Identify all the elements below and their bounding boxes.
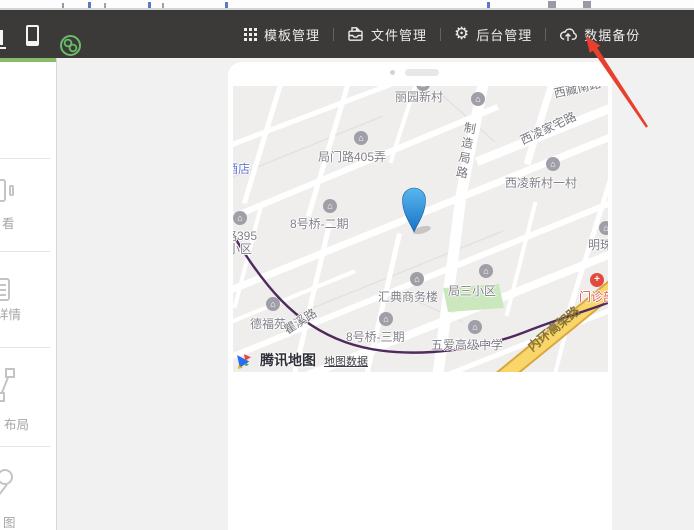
nav-label: 后台管理 [476,25,532,44]
map-pin-icon [0,469,13,485]
sidebar: 看 详情 布局 图 [0,58,57,530]
grid-icon [244,28,257,41]
map-brand[interactable]: 腾讯地图 [260,350,316,370]
sidebar-item-layout[interactable]: 布局 [0,347,57,437]
sidebar-item-detail[interactable]: 详情 [0,251,57,341]
panel-icon [0,179,6,202]
sidebar-item-label: 图 [3,512,16,530]
editor-canvas: ⌂丽园新村⌂西藏南路酒店⌂局门路405弄⌂8号桥-二期⌂路395小区制造局路西凌… [58,58,694,530]
browser-remnant-strip [0,0,694,10]
phone-preview: ⌂丽园新村⌂西藏南路酒店⌂局门路405弄⌂8号桥-二期⌂路395小区制造局路西凌… [228,62,612,530]
hospital-poi-icon: + [590,273,604,287]
place-poi-icon: ⌂ [471,92,485,106]
toolbar-nav: 模板管理 文件管理 ⚙ 后台管理 [231,10,653,58]
map-attribution: 腾讯地图 地图数据 [235,350,368,370]
nav-label: 模板管理 [264,25,320,44]
nav-data-backup[interactable]: 数据备份 [546,10,653,58]
tencent-maps-logo-icon[interactable] [235,353,252,370]
map-widget[interactable]: ⌂丽园新村⌂西藏南路酒店⌂局门路405弄⌂8号桥-二期⌂路395小区制造局路西凌… [233,86,608,372]
place-poi-icon: ⌂ [379,312,393,326]
place-poi-icon: ⌂ [410,272,424,286]
mobile-preview-icon[interactable] [26,25,39,46]
top-toolbar: 模板管理 文件管理 ⚙ 后台管理 [0,10,694,58]
sidebar-item-label: 布局 [4,414,29,433]
map-poi: ⌂丽园新村 [395,88,443,106]
monitor-icon-base [0,47,6,49]
place-poi-icon: ⌂ [599,221,608,235]
map-poi: ⌂汇典商务楼 [378,288,438,306]
map-poi: +门诊部 [579,288,608,306]
phone-speaker-pill [405,69,439,76]
map-data-link[interactable]: 地图数据 [324,353,368,369]
phone-camera-dot [390,70,395,75]
map-poi: ⌂五爱高级中学 [431,336,503,354]
nav-file-management[interactable]: 文件管理 [334,10,440,58]
file-icon [347,26,364,42]
map-marker-pin[interactable] [399,186,433,238]
map-poi: 酒店 [233,160,250,178]
mobile-icon-detail [28,41,37,44]
sidebar-item-label: 详情 [0,304,21,323]
nav-backend-management[interactable]: ⚙ 后台管理 [441,10,545,58]
map-poi: ⌂明珠 [588,236,608,254]
map-poi: ⌂8号桥-三期 [346,328,405,346]
nav-label: 数据备份 [584,25,640,44]
main-area: 看 详情 布局 图 [0,58,694,530]
place-poi-icon: ⌂ [479,264,493,278]
sidebar-item-view[interactable]: 看 [0,158,57,248]
map-poi: 小区 [233,240,252,258]
place-poi-icon: ⌂ [266,297,280,311]
place-poi-icon: ⌂ [468,320,482,334]
cloud-upload-icon [559,27,577,42]
place-poi-icon: ⌂ [546,157,560,171]
link-icon[interactable] [60,35,81,56]
gear-icon: ⚙ [454,26,469,43]
chain-link-icon [62,37,79,54]
nav-template-management[interactable]: 模板管理 [231,10,333,58]
sidebar-item-map[interactable]: 图 [0,446,57,530]
place-poi-icon: ⌂ [323,199,337,213]
sidebar-active-strip [0,58,57,62]
nav-label: 文件管理 [371,25,427,44]
sidebar-item-label: 看 [2,213,15,232]
monitor-icon[interactable] [0,30,3,45]
panel-icon-knob [9,185,14,196]
place-poi-icon: ⌂ [233,211,247,225]
map-poi: ⌂8号桥-二期 [290,215,349,233]
place-poi-icon: ⌂ [354,131,368,145]
screen: 模板管理 文件管理 ⚙ 后台管理 [0,0,694,530]
map-poi: ⌂西凌新村一村 [505,174,577,192]
map-poi: ⌂局门路405弄 [318,148,386,166]
map-poi: ⌂局三小区 [448,282,496,300]
